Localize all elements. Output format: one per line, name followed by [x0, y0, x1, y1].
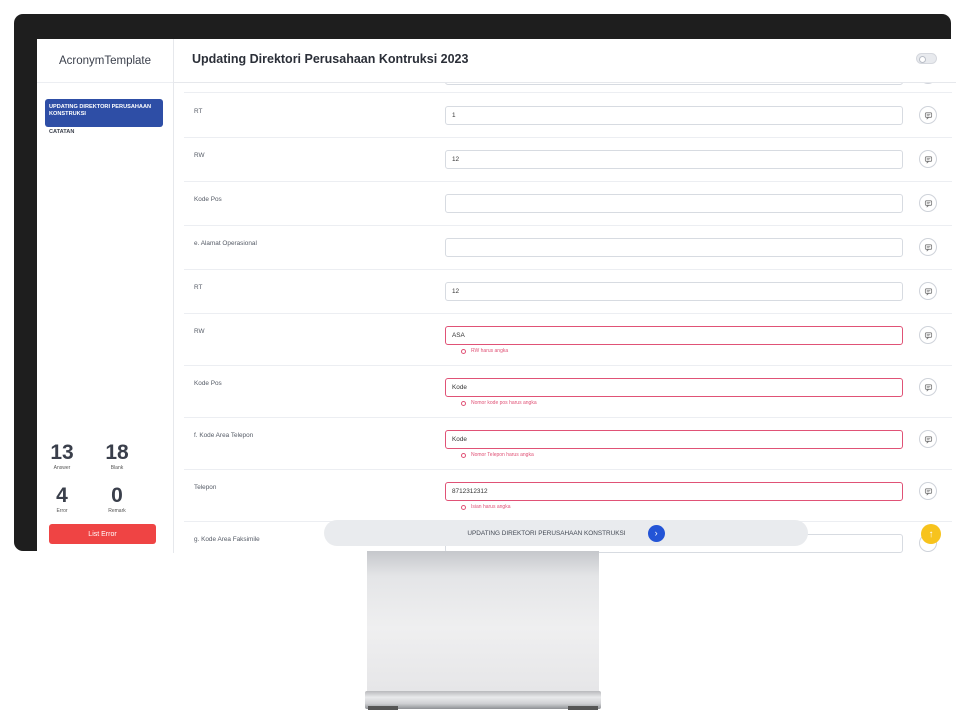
- comment-button[interactable]: [919, 482, 937, 500]
- sidebar: AcronymTemplate UPDATING DIREKTORI PERUS…: [37, 39, 174, 553]
- form-input[interactable]: Kode: [445, 378, 903, 397]
- monitor-stand: [367, 551, 599, 691]
- stat-remark-label: Remark: [108, 508, 126, 514]
- stat-blank-value: 18: [105, 441, 129, 464]
- monitor-foot-left: [368, 706, 398, 710]
- validation-message-text: Nomor Telepon harus angka: [471, 452, 534, 458]
- list-error-button[interactable]: List Error: [49, 524, 156, 544]
- form-row: RW ASA RW harus angka: [184, 313, 952, 366]
- comment-icon: [924, 199, 932, 208]
- form-input[interactable]: [445, 238, 903, 257]
- form-row-partial: [184, 83, 952, 93]
- stat-answer-value: 13: [50, 441, 74, 464]
- stat-error-label: Error: [56, 508, 68, 514]
- comment-icon: [924, 383, 932, 392]
- stat-error: 4 Error: [42, 484, 82, 515]
- chevron-right-icon: ›: [654, 528, 658, 538]
- comment-icon: [924, 435, 932, 444]
- form-row: Kode Pos Kode Nomor kode pos harus angka: [184, 365, 952, 418]
- comment-button[interactable]: [919, 430, 937, 448]
- page-title: Updating Direktori Perusahaan Kontruksi …: [192, 52, 469, 66]
- monitor-foot-right: [568, 706, 598, 710]
- app-screen: AcronymTemplate UPDATING DIREKTORI PERUS…: [37, 39, 956, 553]
- form-row: Telepon 8712312312 Isian harus angka: [184, 469, 952, 522]
- comment-icon: [924, 243, 932, 252]
- form-input[interactable]: 12: [445, 150, 903, 169]
- validation-message: Nomor kode pos harus angka: [461, 400, 537, 406]
- form-input[interactable]: Kode: [445, 430, 903, 449]
- validation-message: Isian harus angka: [461, 504, 510, 510]
- form-row: RT 1: [184, 93, 952, 138]
- form-row-label: RW: [194, 152, 205, 159]
- comment-icon: [924, 487, 932, 496]
- comment-button[interactable]: [919, 106, 937, 124]
- stat-answer-label: Answer: [53, 465, 71, 471]
- comment-button[interactable]: [919, 326, 937, 344]
- form-row-label: Kode Pos: [194, 380, 222, 387]
- form-row: RT 12: [184, 269, 952, 314]
- monitor-frame: AcronymTemplate UPDATING DIREKTORI PERUS…: [14, 14, 956, 553]
- section-navigation-bar: UPDATING DIREKTORI PERUSAHAAN KONSTRUKSI…: [324, 520, 808, 546]
- comment-button[interactable]: [919, 194, 937, 212]
- form-input[interactable]: [445, 83, 903, 85]
- error-circle-icon: [461, 504, 466, 510]
- comment-button[interactable]: [919, 378, 937, 396]
- form-row: RW 12: [184, 137, 952, 182]
- sidebar-item-updating-direktori[interactable]: UPDATING DIREKTORI PERUSAHAAN KONSTRUKSI: [45, 99, 163, 127]
- comment-button[interactable]: [919, 83, 937, 84]
- stat-remark: 0 Remark: [97, 484, 137, 515]
- stat-answer: 13 Answer: [42, 441, 82, 472]
- next-section-button[interactable]: ›: [647, 524, 665, 542]
- error-circle-icon: [461, 348, 466, 354]
- form-row-label: RT: [194, 108, 203, 115]
- form-input[interactable]: 8712312312: [445, 482, 903, 501]
- validation-message: Nomor Telepon harus angka: [461, 452, 534, 458]
- comment-icon: [924, 155, 932, 164]
- header: Updating Direktori Perusahaan Kontruksi …: [174, 39, 956, 83]
- validation-message: RW harus angka: [461, 348, 508, 354]
- monitor-stand-base: [365, 691, 601, 709]
- form-row-label: Kode Pos: [194, 196, 222, 203]
- form-input[interactable]: 12: [445, 282, 903, 301]
- comment-icon: [924, 287, 932, 296]
- form-input[interactable]: 1: [445, 106, 903, 125]
- form-row-label: RT: [194, 284, 203, 291]
- form-row-label: g. Kode Area Faksimile: [194, 536, 260, 543]
- form-row: f. Kode Area Telepon Kode Nomor Telepon …: [184, 417, 952, 470]
- brand-logo: AcronymTemplate: [37, 39, 173, 83]
- validation-message-text: Isian harus angka: [471, 504, 511, 510]
- comment-button[interactable]: [919, 238, 937, 256]
- comment-icon: [924, 331, 932, 340]
- error-circle-icon: [461, 400, 466, 406]
- stat-error-value: 4: [56, 484, 68, 507]
- validation-message-text: RW harus angka: [471, 348, 509, 354]
- form-row: Kode Pos: [184, 181, 952, 226]
- stat-blank: 18 Blank: [97, 441, 137, 472]
- sidebar-item-catatan[interactable]: CATATAN: [49, 129, 74, 135]
- stat-blank-label: Blank: [110, 465, 124, 471]
- arrow-up-icon: ↑: [928, 528, 934, 540]
- comment-button[interactable]: [919, 150, 937, 168]
- form-row-label: e. Alamat Operasional: [194, 240, 257, 247]
- form-content: RT 1 RW 12 Kode Pos e. Alamat Operasiona…: [174, 83, 956, 553]
- scroll-to-top-button[interactable]: ↑: [921, 524, 941, 544]
- theme-toggle[interactable]: [916, 53, 937, 64]
- form-input[interactable]: [445, 194, 903, 213]
- form-row-label: RW: [194, 328, 205, 335]
- comment-button[interactable]: [919, 282, 937, 300]
- stat-remark-value: 0: [111, 484, 123, 507]
- validation-message-text: Nomor kode pos harus angka: [471, 400, 537, 406]
- form-row: e. Alamat Operasional: [184, 225, 952, 270]
- form-row-label: f. Kode Area Telepon: [194, 432, 254, 439]
- error-circle-icon: [461, 452, 466, 458]
- form-row-label: Telepon: [194, 484, 217, 491]
- form-input[interactable]: ASA: [445, 326, 903, 345]
- comment-icon: [924, 111, 932, 120]
- current-section-label: UPDATING DIREKTORI PERUSAHAAN KONSTRUKSI: [467, 529, 626, 537]
